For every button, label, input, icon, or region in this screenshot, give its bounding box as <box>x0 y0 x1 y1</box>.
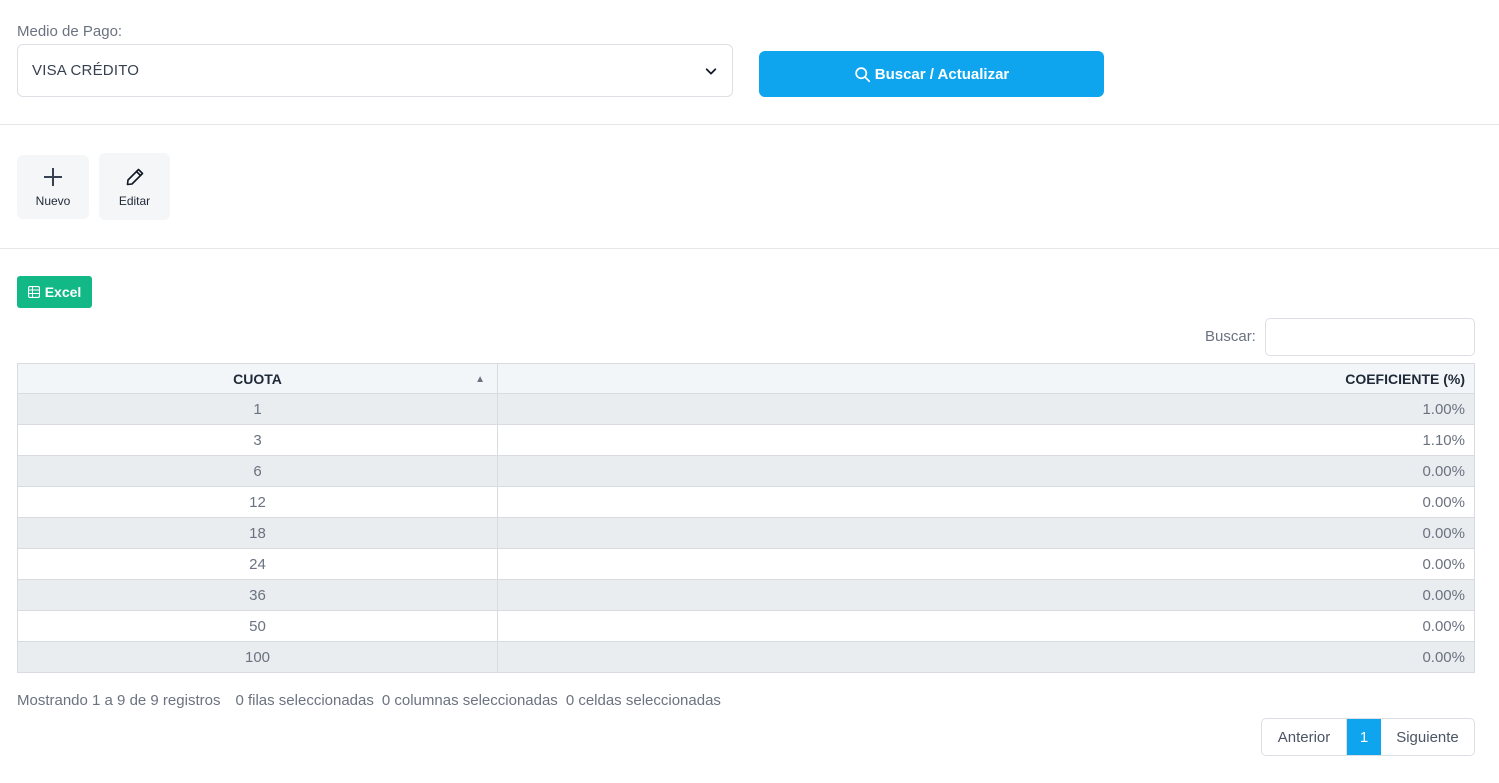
cuota-cell: 12 <box>17 486 498 518</box>
excel-export-button[interactable]: Excel <box>17 276 92 308</box>
excel-file-icon <box>27 286 40 298</box>
table-row[interactable]: 6 0.00% <box>17 455 1475 487</box>
payment-method-select[interactable]: VISA CRÉDITO <box>17 44 733 97</box>
table-header-row: CUOTA ▲ COEFICIENTE (%) <box>17 363 1475 394</box>
cuota-cell: 6 <box>17 455 498 487</box>
table-row[interactable]: 18 0.00% <box>17 517 1475 549</box>
table-row[interactable]: 1 1.00% <box>17 393 1475 425</box>
coeficiente-cell: 1.00% <box>497 393 1475 425</box>
cuota-cell: 24 <box>17 548 498 580</box>
divider <box>0 248 1499 249</box>
table-row[interactable]: 36 0.00% <box>17 579 1475 611</box>
next-page-button[interactable]: Siguiente <box>1381 719 1474 755</box>
column-header-coeficiente[interactable]: COEFICIENTE (%) <box>497 363 1475 394</box>
chevron-down-icon <box>705 68 717 75</box>
divider <box>0 124 1499 125</box>
edit-button[interactable]: Editar <box>99 153 170 220</box>
column-header-cuota-label: CUOTA <box>233 370 282 387</box>
search-icon <box>855 66 870 82</box>
cuota-cell: 100 <box>17 641 498 673</box>
coeficiente-cell: 0.00% <box>497 641 1475 673</box>
coeficiente-cell: 0.00% <box>497 548 1475 580</box>
cells-selected-info: 0 celdas seleccionadas <box>565 692 721 709</box>
cuota-cell: 3 <box>17 424 498 456</box>
pencil-icon <box>126 168 143 185</box>
payment-method-label: Medio de Pago: <box>17 23 123 40</box>
installments-table: CUOTA ▲ COEFICIENTE (%) 1 1.00% 3 1.10% 60… <box>17 363 1475 673</box>
table-row[interactable]: 12 0.00% <box>17 486 1475 518</box>
table-search-input[interactable] <box>1265 318 1475 356</box>
coeficiente-cell: 1.10% <box>497 424 1475 456</box>
coeficiente-cell: 0.00% <box>497 610 1475 642</box>
table-row[interactable]: 100 0.00% <box>17 641 1475 673</box>
columns-selected-info: 0 columnas seleccionadas <box>381 692 558 709</box>
cuota-cell: 36 <box>17 579 498 611</box>
table-row[interactable]: 24 0.00% <box>17 548 1475 580</box>
excel-label: Excel <box>44 284 82 300</box>
cuota-cell: 1 <box>17 393 498 425</box>
coeficiente-cell: 0.00% <box>497 517 1475 549</box>
coeficiente-cell: 0.00% <box>497 455 1475 487</box>
previous-page-button[interactable]: Anterior <box>1262 719 1347 755</box>
new-label: Nuevo <box>35 194 71 208</box>
cuota-cell: 18 <box>17 517 498 549</box>
rows-selected-info: 0 filas seleccionadas <box>235 692 374 709</box>
column-header-coeficiente-label: COEFICIENTE (%) <box>1345 370 1465 387</box>
table-search-label: Buscar: <box>1205 328 1256 345</box>
edit-label: Editar <box>118 193 151 208</box>
cuota-cell: 50 <box>17 610 498 642</box>
sort-ascending-icon: ▲ <box>475 374 485 385</box>
plus-icon <box>44 168 62 186</box>
table-row[interactable]: 50 0.00% <box>17 610 1475 642</box>
records-info: Mostrando 1 a 9 de 9 registros <box>17 692 221 709</box>
search-update-button[interactable]: Buscar / Actualizar <box>759 51 1104 97</box>
table-row[interactable]: 3 1.10% <box>17 424 1475 456</box>
search-update-label: Buscar / Actualizar <box>874 65 1010 83</box>
column-header-cuota[interactable]: CUOTA ▲ <box>17 363 498 394</box>
page-1-button[interactable]: 1 <box>1347 719 1381 755</box>
new-button[interactable]: Nuevo <box>17 155 89 219</box>
coeficiente-cell: 0.00% <box>497 486 1475 518</box>
pagination: Anterior 1 Siguiente <box>1261 718 1475 756</box>
payment-method-value: VISA CRÉDITO <box>32 62 140 79</box>
table-info: Mostrando 1 a 9 de 9 registros 0 filas s… <box>17 692 729 709</box>
coeficiente-cell: 0.00% <box>497 579 1475 611</box>
